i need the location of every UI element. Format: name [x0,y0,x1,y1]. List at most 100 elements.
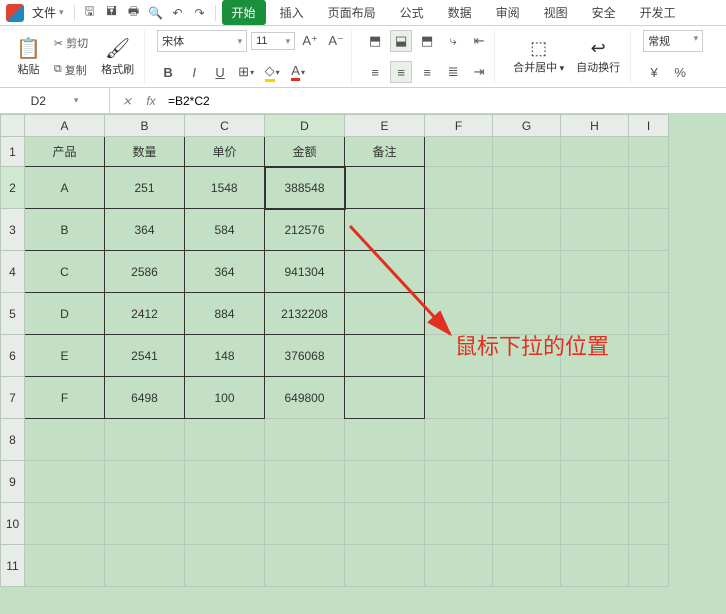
wrap-text-button[interactable]: ↩ 自动换行 [570,30,626,83]
cell-D3[interactable]: 212576 [265,209,345,251]
select-all-corner[interactable] [1,115,25,137]
cell-D7[interactable]: 649800 [265,377,345,419]
tab-insert[interactable]: 插入 [270,0,314,25]
cell-B8[interactable] [105,419,185,461]
font-color-button[interactable]: A [287,61,309,83]
cell-H2[interactable] [561,167,629,209]
cell-A5[interactable]: D [25,293,105,335]
cell-G11[interactable] [493,545,561,587]
cell-F8[interactable] [425,419,493,461]
cell-A4[interactable]: C [25,251,105,293]
tab-data[interactable]: 数据 [438,0,482,25]
cell-E3[interactable] [345,209,425,251]
underline-button[interactable]: U [209,61,231,83]
cell-B11[interactable] [105,545,185,587]
row-header-9[interactable]: 9 [1,461,25,503]
italic-button[interactable]: I [183,61,205,83]
col-header-F[interactable]: F [425,115,493,137]
percent-icon[interactable]: % [669,61,691,83]
fill-color-button[interactable]: ◇ [261,61,283,83]
cell-E5[interactable] [345,293,425,335]
cell-B10[interactable] [105,503,185,545]
copy-button[interactable]: ⧉复制 [51,60,91,80]
save-icon[interactable]: 🖫 [81,4,99,22]
orientation-icon[interactable]: ⤷ [442,30,464,52]
cell-H9[interactable] [561,461,629,503]
file-menu[interactable]: 文件 [28,2,68,23]
tab-formula[interactable]: 公式 [390,0,434,25]
cell-G8[interactable] [493,419,561,461]
align-top-icon[interactable]: ⬒ [364,30,386,52]
merge-center-button[interactable]: ⬚ 合并居中 [507,30,570,83]
cell-H4[interactable] [561,251,629,293]
row-header-6[interactable]: 6 [1,335,25,377]
col-header-D[interactable]: D [265,115,345,137]
font-select[interactable]: 宋体 [157,30,247,52]
col-header-G[interactable]: G [493,115,561,137]
cell-F7[interactable] [425,377,493,419]
cell-A11[interactable] [25,545,105,587]
cell-D4[interactable]: 941304 [265,251,345,293]
indent-inc-icon[interactable]: ⇥ [468,61,490,83]
cell-H11[interactable] [561,545,629,587]
tab-security[interactable]: 安全 [582,0,626,25]
cell-H6[interactable] [561,335,629,377]
cell-I3[interactable] [629,209,669,251]
cell-D5[interactable]: 2132208 [265,293,345,335]
cell-G3[interactable] [493,209,561,251]
cell-B7[interactable]: 6498 [105,377,185,419]
cell-A8[interactable] [25,419,105,461]
align-bottom-icon[interactable]: ⬒ [416,30,438,52]
cell-B4[interactable]: 2586 [105,251,185,293]
align-right-icon[interactable]: ≡ [416,61,438,83]
cell-D2[interactable]: 388548 [265,167,345,209]
cell-E4[interactable] [345,251,425,293]
cell-E11[interactable] [345,545,425,587]
cell-C8[interactable] [185,419,265,461]
cell-B6[interactable]: 2541 [105,335,185,377]
cell-D11[interactable] [265,545,345,587]
cell-E7[interactable] [345,377,425,419]
cell-G6[interactable] [493,335,561,377]
redo-icon[interactable]: ↷ [191,4,209,22]
cell-F1[interactable] [425,137,493,167]
cell-G9[interactable] [493,461,561,503]
cell-A7[interactable]: F [25,377,105,419]
row-header-8[interactable]: 8 [1,419,25,461]
cell-C4[interactable]: 364 [185,251,265,293]
tab-view[interactable]: 视图 [534,0,578,25]
cell-H3[interactable] [561,209,629,251]
cell-H7[interactable] [561,377,629,419]
row-header-3[interactable]: 3 [1,209,25,251]
currency-icon[interactable]: ¥ [643,61,665,83]
spreadsheet[interactable]: ABCDEFGHI1产品数量单价金额备注2A25115483885483B364… [0,114,726,587]
cell-G2[interactable] [493,167,561,209]
cell-D8[interactable] [265,419,345,461]
row-header-10[interactable]: 10 [1,503,25,545]
tab-start[interactable]: 开始 [222,0,266,25]
align-left-icon[interactable]: ≡ [364,61,386,83]
cell-H1[interactable] [561,137,629,167]
cell-C3[interactable]: 584 [185,209,265,251]
justify-icon[interactable]: ≣ [442,61,464,83]
col-header-H[interactable]: H [561,115,629,137]
col-header-B[interactable]: B [105,115,185,137]
row-header-11[interactable]: 11 [1,545,25,587]
row-header-4[interactable]: 4 [1,251,25,293]
cell-F5[interactable] [425,293,493,335]
cell-E1[interactable]: 备注 [345,137,425,167]
cell-A6[interactable]: E [25,335,105,377]
tab-dev[interactable]: 开发工 [630,0,686,25]
cell-I8[interactable] [629,419,669,461]
indent-dec-icon[interactable]: ⇤ [468,30,490,52]
cell-A10[interactable] [25,503,105,545]
cell-B1[interactable]: 数量 [105,137,185,167]
number-format-select[interactable]: 常规 [643,30,703,52]
cell-C11[interactable] [185,545,265,587]
cell-F3[interactable] [425,209,493,251]
shrink-font-icon[interactable]: A⁻ [325,30,347,52]
tab-review[interactable]: 审阅 [486,0,530,25]
cell-I4[interactable] [629,251,669,293]
cell-C9[interactable] [185,461,265,503]
cell-A2[interactable]: A [25,167,105,209]
